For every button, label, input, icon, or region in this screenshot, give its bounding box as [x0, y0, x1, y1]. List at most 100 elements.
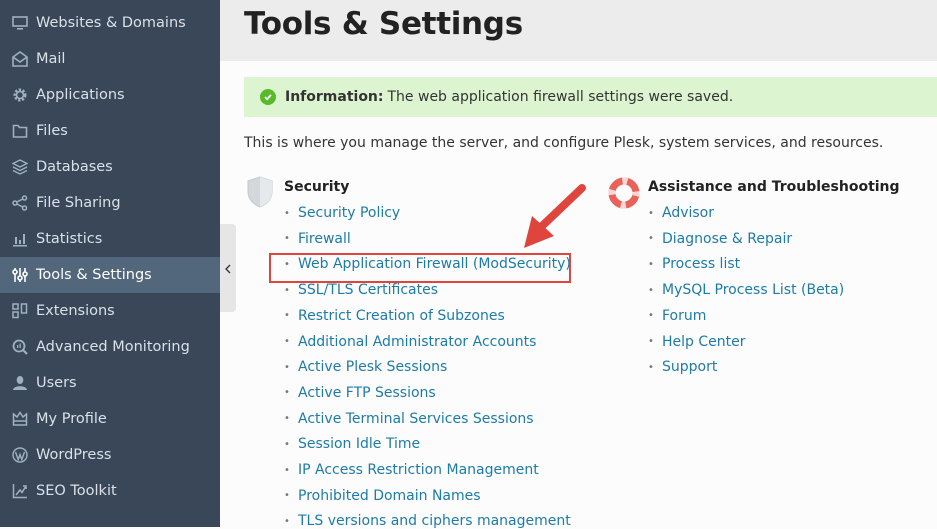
sidebar-item-label: My Profile: [36, 411, 107, 427]
link-item[interactable]: • Firewall: [284, 231, 351, 247]
link-item[interactable]: • Additional Administrator Accounts: [284, 334, 536, 350]
sidebar-item-label: Applications: [36, 87, 125, 103]
sidebar-item-label: SEO Toolkit: [36, 483, 117, 499]
bullet-icon: •: [284, 361, 290, 373]
link-item[interactable]: • SSL/TLS Certificates: [284, 282, 438, 298]
intro-text: This is where you manage the server, and…: [244, 135, 884, 151]
bullet-icon: •: [648, 310, 654, 322]
bullet-icon: •: [284, 490, 290, 502]
link-label[interactable]: Security Policy: [298, 205, 400, 221]
link-label[interactable]: Advisor: [662, 205, 714, 221]
link-label[interactable]: Diagnose & Repair: [662, 231, 792, 247]
crown-icon: [12, 411, 28, 427]
sidebar-item-websites-domains[interactable]: Websites & Domains: [0, 5, 220, 41]
link-label[interactable]: Process list: [662, 256, 740, 272]
annotation-arrow-icon: [524, 184, 586, 248]
link-item[interactable]: • Active FTP Sessions: [284, 385, 436, 401]
wordpress-icon: [12, 447, 28, 463]
bullet-icon: •: [284, 310, 290, 322]
bullet-icon: •: [284, 233, 290, 245]
assistance-section-title: Assistance and Troubleshooting: [648, 179, 900, 195]
sidebar-item-applications[interactable]: Applications: [0, 77, 220, 113]
sidebar-item-file-sharing[interactable]: File Sharing: [0, 185, 220, 221]
sidebar-item-label: Databases: [36, 159, 113, 175]
lifebuoy-icon: [608, 177, 640, 213]
sidebar-item-label: Extensions: [36, 303, 115, 319]
monitor-icon: [12, 15, 28, 31]
sidebar-item-label: Advanced Monitoring: [36, 339, 190, 355]
link-item[interactable]: • Active Plesk Sessions: [284, 359, 447, 375]
bullet-icon: •: [648, 361, 654, 373]
bullet-icon: •: [284, 207, 290, 219]
page-title: Tools & Settings: [244, 6, 523, 42]
share-icon: [12, 195, 28, 211]
sidebar-item-users[interactable]: Users: [0, 365, 220, 401]
bullet-icon: •: [284, 464, 290, 476]
check-circle-icon: [260, 89, 276, 105]
gear-icon: [12, 87, 28, 103]
bullet-icon: •: [284, 284, 290, 296]
link-label[interactable]: SSL/TLS Certificates: [298, 282, 438, 298]
link-label[interactable]: Active FTP Sessions: [298, 385, 436, 401]
link-item[interactable]: • Support: [648, 359, 717, 375]
sidebar-item-label: Tools & Settings: [36, 267, 152, 283]
bullet-icon: •: [648, 284, 654, 296]
link-label[interactable]: Active Plesk Sessions: [298, 359, 447, 375]
link-label[interactable]: Session Idle Time: [298, 436, 420, 452]
sidebar-item-statistics[interactable]: Statistics: [0, 221, 220, 257]
link-label[interactable]: IP Access Restriction Management: [298, 462, 539, 478]
link-label[interactable]: Restrict Creation of Subzones: [298, 308, 505, 324]
sidebar-item-seo-toolkit[interactable]: SEO Toolkit: [0, 473, 220, 509]
bar-chart-icon: [12, 231, 28, 247]
bullet-icon: •: [648, 233, 654, 245]
link-item[interactable]: • MySQL Process List (Beta): [648, 282, 844, 298]
link-item[interactable]: • IP Access Restriction Management: [284, 462, 539, 478]
sidebar-item-tools-settings[interactable]: Tools & Settings: [0, 257, 220, 293]
info-text: The web application firewall settings we…: [387, 89, 734, 105]
link-item[interactable]: • Advisor: [648, 205, 714, 221]
database-layers-icon: [12, 159, 28, 175]
link-item[interactable]: • Forum: [648, 308, 706, 324]
user-icon: [12, 375, 28, 391]
link-label[interactable]: MySQL Process List (Beta): [662, 282, 844, 298]
sidebar-item-label: Mail: [36, 51, 66, 67]
bullet-icon: •: [648, 336, 654, 347]
link-item[interactable]: • Restrict Creation of Subzones: [284, 308, 505, 324]
bullet-icon: •: [284, 336, 290, 347]
info-message: Information: The web application firewal…: [244, 77, 937, 117]
link-item[interactable]: • Security Policy: [284, 205, 400, 221]
link-item[interactable]: • Process list: [648, 256, 740, 272]
collapse-sidebar-button[interactable]: [220, 224, 236, 312]
sidebar-item-label: Websites & Domains: [36, 15, 186, 31]
link-label[interactable]: Support: [662, 359, 717, 375]
bullet-icon: •: [284, 413, 290, 425]
link-item[interactable]: • Prohibited Domain Names: [284, 488, 481, 504]
link-item[interactable]: • Active Terminal Services Sessions: [284, 411, 534, 427]
link-label[interactable]: Firewall: [298, 231, 351, 247]
folder-icon: [12, 123, 28, 139]
link-label[interactable]: Forum: [662, 308, 706, 324]
link-item[interactable]: • Diagnose & Repair: [648, 231, 792, 247]
sidebar-item-advanced-monitoring[interactable]: Advanced Monitoring: [0, 329, 220, 365]
extensions-icon: [12, 303, 28, 319]
sidebar-item-label: WordPress: [36, 447, 112, 463]
sidebar-item-wordpress[interactable]: WordPress: [0, 437, 220, 473]
sidebar: Websites & Domains Mail Applications Fil…: [0, 0, 220, 527]
link-label[interactable]: Active Terminal Services Sessions: [298, 411, 534, 427]
sidebar-item-extensions[interactable]: Extensions: [0, 293, 220, 329]
bullet-icon: •: [284, 438, 290, 450]
sidebar-item-databases[interactable]: Databases: [0, 149, 220, 185]
monitoring-icon: [12, 339, 28, 355]
link-label[interactable]: Help Center: [662, 334, 746, 350]
link-label[interactable]: Additional Administrator Accounts: [298, 334, 536, 350]
sidebar-item-my-profile[interactable]: My Profile: [0, 401, 220, 437]
sidebar-item-mail[interactable]: Mail: [0, 41, 220, 77]
sidebar-item-label: Statistics: [36, 231, 103, 247]
link-item[interactable]: • Help Center: [648, 334, 746, 350]
sidebar-item-label: File Sharing: [36, 195, 121, 211]
link-item[interactable]: • Session Idle Time: [284, 436, 420, 452]
bullet-icon: •: [648, 207, 654, 219]
chevron-left-icon: [224, 259, 232, 278]
sidebar-item-files[interactable]: Files: [0, 113, 220, 149]
link-label[interactable]: Prohibited Domain Names: [298, 488, 481, 504]
